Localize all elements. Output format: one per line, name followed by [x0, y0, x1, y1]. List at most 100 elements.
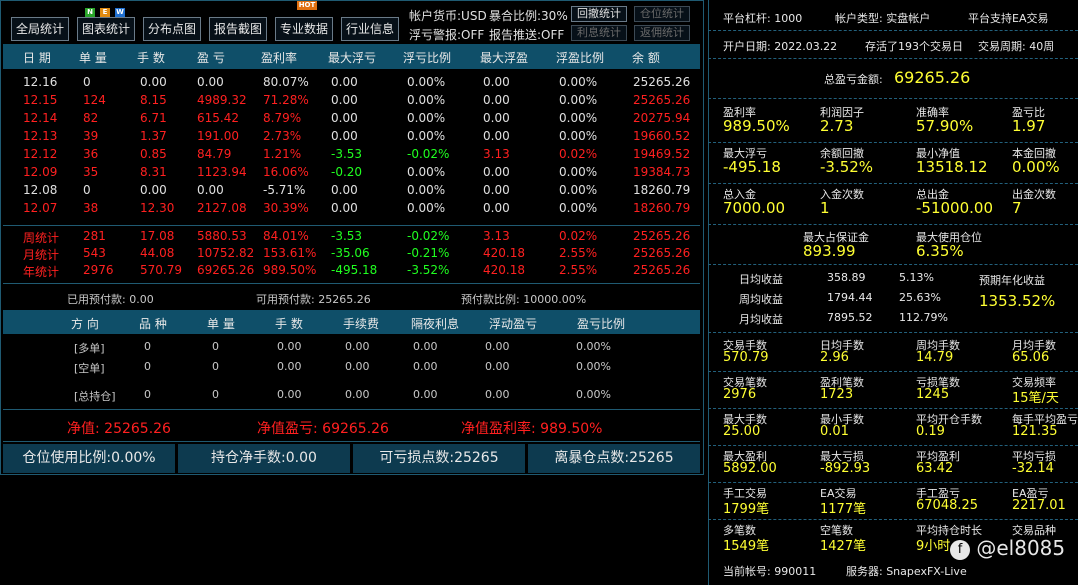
summary-cell: 周统计	[23, 231, 60, 245]
position-stats-button[interactable]: 仓位统计	[634, 6, 690, 22]
divider	[708, 408, 1078, 409]
server-name: 服务器: SnapexFX-Live	[846, 565, 967, 578]
summary-cell: 2976	[83, 263, 114, 277]
avg-pct: 5.13%	[899, 271, 934, 284]
position-cell: 0.00	[413, 340, 438, 353]
summary-cell: 0.02%	[559, 229, 598, 243]
interest-stats-button[interactable]: 利息统计	[571, 25, 627, 41]
open-date: 开户日期: 2022.03.22	[723, 40, 838, 53]
industry-info-button[interactable]: 行业信息	[341, 17, 399, 41]
table-cell: 80.07%	[263, 75, 309, 89]
stat-value: -32.14	[1012, 461, 1054, 476]
table-cell: 0.02%	[559, 147, 598, 161]
stats-table-header: 日 期 单 量 手 数 盈 亏 盈利率 最大浮亏 浮亏比例 最大浮盈 浮盈比例 …	[3, 44, 700, 69]
summary-cell: -35.06	[331, 246, 370, 260]
position-cell: 0.00%	[576, 340, 611, 353]
drawdown-stats-button[interactable]: 回撤统计	[571, 6, 627, 22]
table-cell: 18260.79	[633, 201, 691, 215]
stat-value: 7	[1012, 199, 1022, 217]
summary-row: 年统计 2976 570.79 69265.26 989.50% -495.18 -3.52…	[3, 262, 700, 280]
stat-value: 57.90%	[916, 117, 974, 135]
position-cell: 0	[144, 340, 151, 353]
table-cell: 82	[83, 111, 99, 125]
table-cell: 0.00%	[559, 75, 598, 89]
table-cell: 0.00%	[407, 183, 446, 197]
position-cell: 0	[212, 340, 219, 353]
table-row: 12.07 38 12.30 2127.08 30.39% 0.00 0.00% 0.00 0.…	[3, 200, 700, 218]
divider	[708, 183, 1078, 184]
stat-value: 13518.12	[916, 158, 988, 176]
table-cell: 35	[83, 165, 99, 179]
table-cell: 0.00%	[559, 165, 598, 179]
col-profit-rate: 盈利率	[261, 51, 298, 65]
summary-cell: 69265.26	[197, 263, 255, 277]
survived-days: 存活了193个交易日	[865, 40, 963, 53]
divider	[708, 445, 1078, 446]
col-float-pl: 浮动盈亏	[489, 317, 538, 331]
summary-cell: 44.08	[140, 246, 175, 260]
position-cell: 0	[212, 360, 219, 373]
table-cell: 191.00	[197, 129, 239, 143]
stat-value: 2.96	[820, 350, 849, 365]
table-cell: 0.00	[197, 75, 224, 89]
stat-value: 1427笔	[820, 539, 867, 554]
stat-value: 0.01	[820, 424, 849, 439]
annual-return-label: 预期年化收益	[979, 274, 1045, 287]
table-cell: 0.00	[331, 129, 358, 143]
table-cell: 12.16	[23, 75, 58, 89]
table-cell: 0.00	[483, 75, 510, 89]
summary-row: 月统计 543 44.08 10752.82 153.61% -35.06 -0.21% 42…	[3, 245, 700, 263]
stat-value: 9小时	[916, 539, 951, 554]
annual-return-value: 1353.52%	[979, 292, 1056, 310]
table-row: 12.09 35 8.31 1123.94 16.06% -0.20 0.00% 0.00 0.…	[3, 164, 700, 182]
stat-value: 5892.00	[723, 461, 777, 476]
col-pos-lots: 手 数	[275, 317, 303, 331]
account-type: 帐户类型: 实盘帐户	[835, 12, 931, 25]
divider	[708, 142, 1078, 143]
new-badge-n: N	[85, 8, 95, 17]
col-balance: 余 额	[632, 51, 660, 65]
rebate-stats-button[interactable]: 返佣统计	[634, 25, 690, 41]
summary-cell: 281	[83, 229, 106, 243]
stat-value: -51000.00	[916, 199, 993, 217]
table-cell: 12.15	[23, 93, 58, 107]
col-commission: 手续费	[343, 317, 380, 331]
table-cell: 4989.32	[197, 93, 247, 107]
account-currency: 帐户货币:USD	[409, 9, 487, 23]
summary-cell: 25265.26	[633, 246, 691, 260]
global-stats-button[interactable]: 全局统计	[11, 17, 69, 41]
used-margin: 已用预付款: 0.00	[67, 293, 154, 306]
stat-value: 2.73	[820, 117, 854, 135]
table-cell: 0.00	[331, 93, 358, 107]
margin-ratio: 预付款比例: 10000.00%	[461, 293, 587, 306]
trade-cycle: 交易周期: 40周	[978, 40, 1055, 53]
avg-amount: 7895.52	[827, 311, 873, 324]
stat-value: 15笔/天	[1012, 391, 1059, 406]
position-cell: [空单]	[74, 362, 105, 375]
table-cell: 16.06%	[263, 165, 309, 179]
table-cell: 19660.52	[633, 129, 691, 143]
table-cell: 0.00	[140, 75, 167, 89]
table-cell: 38	[83, 201, 99, 215]
position-cell: 0.00	[485, 388, 510, 401]
stat-value: 1.97	[1012, 117, 1046, 135]
net-value: 净值: 25265.26	[67, 421, 171, 437]
col-max-float-loss: 最大浮亏	[328, 51, 377, 65]
table-cell: 0.00%	[559, 111, 598, 125]
table-cell: 25265.26	[633, 93, 691, 107]
account-number: 当前帐号: 990011	[723, 565, 817, 578]
divider	[708, 30, 1078, 31]
report-screenshot-button[interactable]: 报告截图	[209, 17, 267, 41]
chart-stats-button[interactable]: 图表统计	[77, 17, 135, 41]
avg-pct: 25.63%	[899, 291, 941, 304]
pro-data-button[interactable]: 专业数据	[275, 17, 333, 41]
col-lots: 手 数	[137, 51, 165, 65]
position-cell: 0.00	[413, 388, 438, 401]
table-cell: 0.85	[140, 147, 167, 161]
avg-label: 月均收益	[739, 313, 783, 326]
divider	[708, 482, 1078, 483]
report-push: 报告推送:OFF	[489, 28, 565, 42]
summary-cell: 3.13	[483, 229, 510, 243]
distribution-button[interactable]: 分布点图	[143, 17, 201, 41]
table-cell: 0.00	[483, 183, 510, 197]
